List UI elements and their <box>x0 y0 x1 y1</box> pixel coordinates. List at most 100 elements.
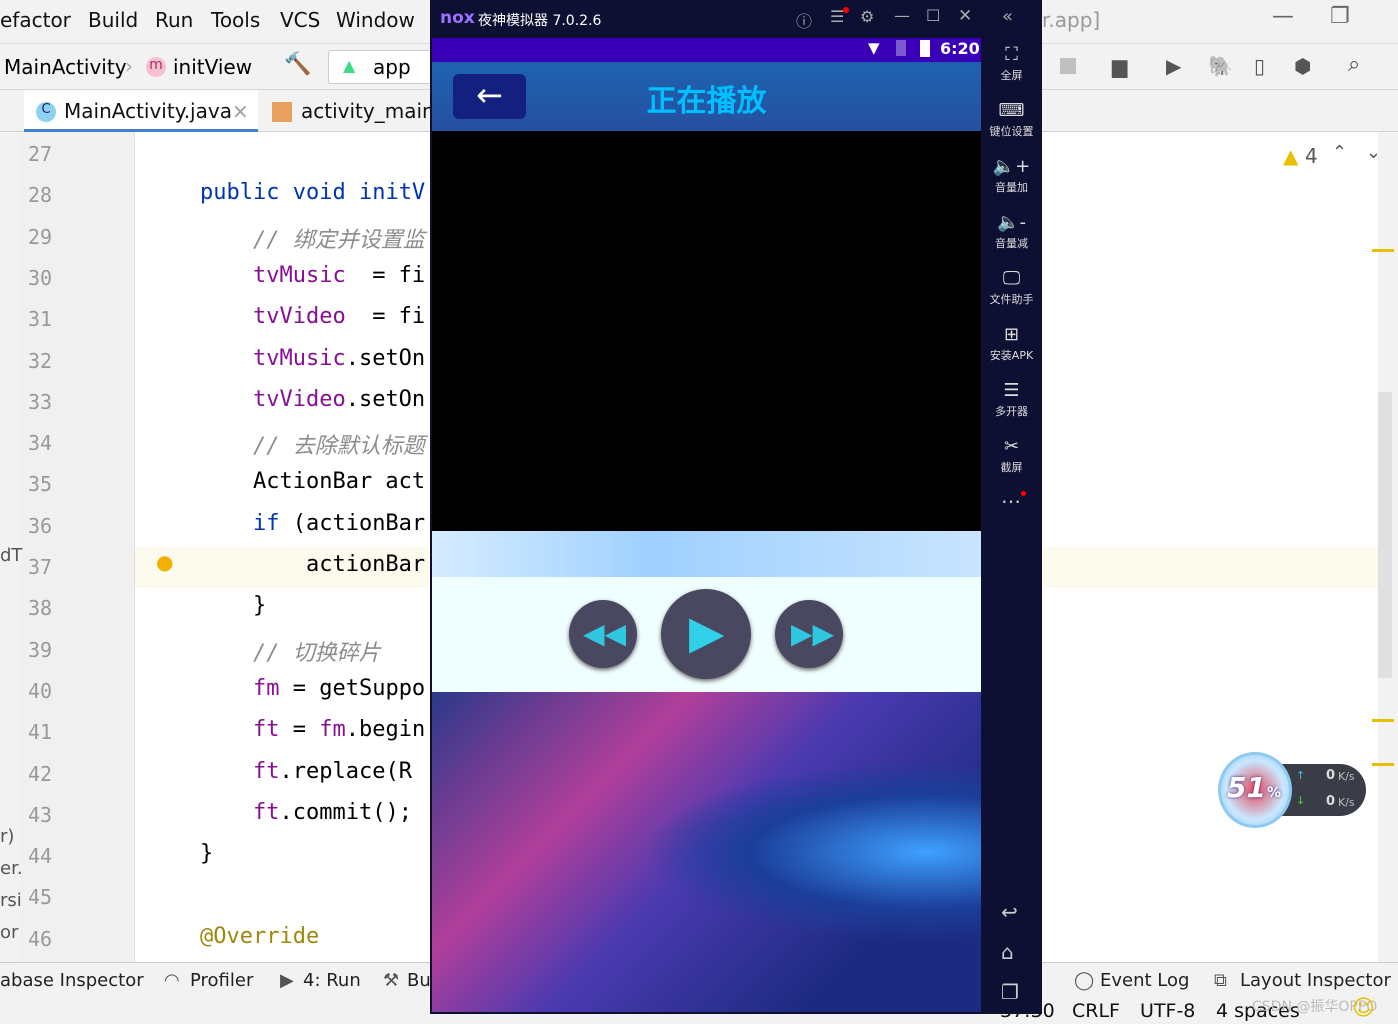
scrollbar[interactable] <box>1378 392 1392 678</box>
close-icon[interactable]: × <box>232 99 249 123</box>
line-number: 36 <box>28 513 53 538</box>
code-line: actionBar <box>200 552 425 577</box>
sidebar-item-label: 截屏 <box>1000 461 1023 474</box>
profiler-icon: ◠ <box>164 970 180 991</box>
sidebar-item-label: 安装APK <box>989 349 1034 362</box>
sidebar-item-fullscreen[interactable]: ⛶ 全屏 <box>981 44 1042 83</box>
search-icon[interactable]: ⌕ <box>1348 52 1360 77</box>
database-inspector-button[interactable]: abase Inspector <box>0 970 144 991</box>
method-icon: m <box>146 57 166 77</box>
sdk-manager-icon[interactable]: ⬢ <box>1294 54 1311 78</box>
warning-marker[interactable] <box>1372 719 1394 722</box>
left-fragment: er. <box>0 858 23 879</box>
code-line: ft = fm.begin <box>200 717 425 742</box>
lightbulb-icon[interactable]: ● <box>156 550 173 574</box>
line-number: 44 <box>28 844 53 869</box>
sidebar-item-multi[interactable]: ☰ 多开器 <box>981 380 1042 419</box>
run-config-select[interactable]: ▲ app <box>328 50 432 84</box>
menu-vcs[interactable]: VCS <box>280 8 320 32</box>
code-line: // 去除默认标题 <box>200 428 425 460</box>
tab-activity-main[interactable]: activity_main. <box>270 90 441 132</box>
smiley-icon[interactable]: ☺ <box>1352 996 1375 1021</box>
rewind-button[interactable]: ◀◀ <box>569 600 637 668</box>
line-number: 38 <box>28 596 53 621</box>
code-token: .setOn <box>345 345 426 371</box>
rewind-icon: ◀◀ <box>583 617 627 650</box>
menu-tools[interactable]: Tools <box>211 8 260 32</box>
sidebar-item-keyboard[interactable]: ⌨ 键位设置 <box>981 100 1042 139</box>
warning-marker[interactable] <box>1372 763 1394 766</box>
code-token: fm <box>200 675 280 701</box>
code-token: actionBar <box>200 552 426 577</box>
maximize-icon[interactable]: ☐ <box>926 6 940 25</box>
terminal-icon[interactable]: ▶ <box>1166 54 1181 78</box>
tab-mainactivity[interactable]: C MainActivity.java × <box>24 90 258 132</box>
no-sim-icon <box>896 40 906 56</box>
sidebar-item-scissors[interactable]: ✂ 截屏 <box>981 436 1042 475</box>
android-recents-icon[interactable]: ❐ <box>1001 980 1019 1004</box>
minimize-icon[interactable]: — <box>894 6 910 25</box>
event-log-icon: ◯ <box>1074 970 1095 991</box>
sidebar-item-file[interactable]: 🖵 文件助手 <box>981 268 1042 307</box>
restore-icon[interactable]: ❐ <box>1330 4 1350 29</box>
clock: 6:20 <box>940 39 980 58</box>
code-token: initV <box>358 180 426 206</box>
avd-manager-icon[interactable]: ▯ <box>1254 54 1265 78</box>
network-speed-widget[interactable]: ↑ 0 K/s ↓ 0 K/s 51 % <box>1218 752 1368 828</box>
breadcrumb-class[interactable]: MainActivity <box>4 55 127 79</box>
play-button[interactable]: ▶ <box>661 589 751 679</box>
code-line: ft.commit(); <box>200 800 412 825</box>
warning-icon[interactable]: ▲ <box>1283 144 1298 168</box>
sidebar-item-apk[interactable]: ⊞ 安装APK <box>981 324 1042 363</box>
profiler-button[interactable]: Profiler <box>190 970 253 991</box>
download-icon: ↓ <box>1296 794 1306 807</box>
code-token: .commit(); <box>279 799 412 825</box>
gradle-sync-icon[interactable]: 🐘 <box>1208 54 1233 78</box>
hammer-icon[interactable]: 🔨 <box>284 52 311 77</box>
minimize-icon[interactable]: — <box>1272 4 1294 29</box>
code-token: tvMusic <box>200 345 346 371</box>
upload-speed: 0 <box>1326 768 1336 783</box>
line-number: 40 <box>28 678 53 703</box>
left-fragment: dT <box>0 545 23 566</box>
more-icon[interactable]: … <box>1001 484 1021 508</box>
line-separator[interactable]: CRLF <box>1072 1000 1120 1022</box>
close-icon[interactable]: ✕ <box>958 6 972 26</box>
breadcrumb-method[interactable]: initView <box>173 55 252 79</box>
line-gutter <box>20 132 135 962</box>
battery-icon <box>920 40 930 57</box>
menu-run[interactable]: Run <box>155 8 193 32</box>
line-number: 29 <box>28 224 53 249</box>
event-log-button[interactable]: Event Log <box>1100 970 1189 991</box>
collapse-sidebar-icon[interactable]: « <box>1002 6 1013 27</box>
back-button[interactable]: ← <box>453 74 526 119</box>
project-structure-icon[interactable]: ▆ <box>1112 54 1127 78</box>
warning-marker[interactable] <box>1372 249 1394 252</box>
stop-icon[interactable] <box>1060 58 1076 74</box>
volume-up-icon: 🔈+ <box>992 156 1031 177</box>
android-home-icon[interactable]: ⌂ <box>1001 940 1014 964</box>
android-back-icon[interactable]: ↩ <box>1001 900 1018 924</box>
settings-icon[interactable]: ⚙ <box>860 7 874 26</box>
build-button[interactable]: Bu <box>407 970 431 991</box>
video-view[interactable] <box>432 131 981 531</box>
help-icon[interactable]: ⓘ <box>796 8 812 32</box>
fast-forward-button[interactable]: ▶▶ <box>775 600 843 668</box>
code-token: = <box>279 717 320 743</box>
code-token: fm <box>319 717 346 743</box>
menu-refactor[interactable]: efactor <box>0 8 71 32</box>
encoding[interactable]: UTF-8 <box>1140 1000 1195 1022</box>
run-button[interactable]: 4: Run <box>303 970 361 991</box>
sidebar-item-volume-down[interactable]: 🔈- 音量减 <box>981 212 1042 251</box>
layout-inspector-button[interactable]: Layout Inspector <box>1240 970 1391 991</box>
code-line: // 切换碎片 <box>200 635 381 667</box>
menu-window[interactable]: Window <box>336 8 415 32</box>
code-line: tvVideo.setOn <box>200 387 425 412</box>
menu-build[interactable]: Build <box>88 8 138 32</box>
chevron-down-icon[interactable]: ⌄ <box>1366 142 1381 163</box>
chevron-up-icon[interactable]: ⌃ <box>1332 142 1347 163</box>
emulator-titlebar: nox 夜神模拟器 7.0.2.6 ⓘ ☰ ⚙ — ☐ ✕ « <box>430 0 1042 38</box>
code-line: } <box>200 593 266 618</box>
code-token: = fi <box>345 262 426 288</box>
sidebar-item-volume-up[interactable]: 🔈+ 音量加 <box>981 156 1042 195</box>
